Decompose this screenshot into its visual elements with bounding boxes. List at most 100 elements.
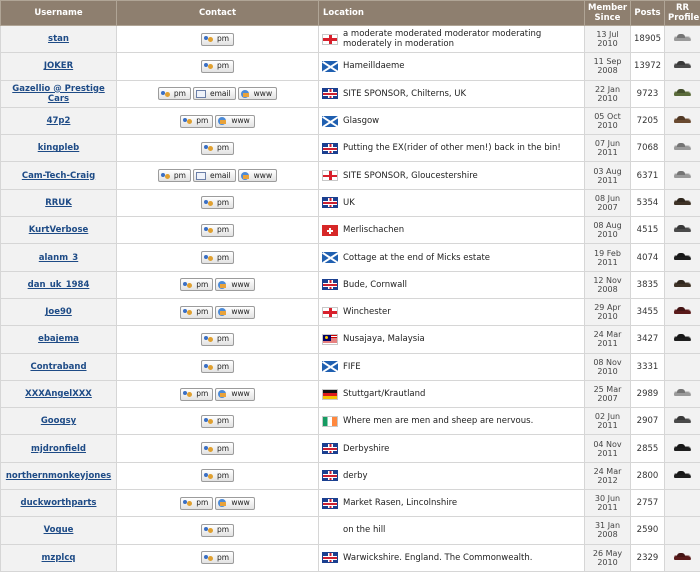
car-profile-icon[interactable] [674,553,691,562]
car-profile-icon[interactable] [674,171,691,180]
member-since-date: 05 Oct [594,112,621,122]
www-label: www [253,170,273,180]
member-row: ebajema pm Nusajaya, Malaysia 24 Mar 2011 342… [0,325,700,354]
www-button[interactable]: www [237,87,278,101]
username-link[interactable]: northernmonkeyjones [6,471,111,481]
username-link[interactable]: Googsy [41,416,76,426]
users-icon [183,499,193,507]
username-link[interactable]: Cam-Tech-Craig [22,171,95,181]
member-since-date: 24 Mar [593,330,622,340]
username-link[interactable]: Contraband [30,362,86,372]
member-since-cell: 04 Nov 2011 [584,434,631,463]
pm-button[interactable]: pm [200,196,235,210]
member-since-header[interactable]: Member Since [584,0,631,26]
pm-button[interactable]: pm [200,223,235,237]
member-since-cell: 08 Jun 2007 [584,188,631,218]
email-button[interactable]: email [192,87,236,101]
www-button[interactable]: www [215,278,255,292]
car-profile-icon[interactable] [674,471,691,480]
car-profile-icon[interactable] [674,416,691,425]
username-link[interactable]: mzplcq [42,553,76,563]
location-text: SITE SPONSOR, Gloucestershire [343,170,478,181]
pm-button[interactable]: pm [200,523,235,537]
pm-button[interactable]: pm [200,442,235,456]
username-link[interactable]: RRUK [45,198,72,208]
pm-button[interactable]: pm [200,141,235,155]
www-button[interactable]: www [237,169,278,183]
car-profile-icon[interactable] [674,198,691,207]
www-button[interactable]: www [215,305,255,319]
switzerland-flag-icon [322,224,338,236]
car-profile-icon[interactable] [674,444,691,453]
location-cell: Winchester [318,297,585,327]
car-profile-icon[interactable] [674,89,691,98]
car-profile-icon[interactable] [674,307,691,316]
username-header[interactable]: Username [0,0,117,26]
pm-button[interactable]: pm [200,32,235,46]
car-profile-icon[interactable] [674,34,691,43]
username-link[interactable]: Vogue [44,525,74,535]
pm-button[interactable]: pm [200,332,235,346]
email-button[interactable]: email [192,169,236,183]
car-profile-icon[interactable] [674,61,691,70]
pm-label: pm [196,116,209,126]
member-since-year: 2012 [597,475,618,485]
username-link[interactable]: kingpleb [38,143,80,153]
member-since-cell: 07 Jun 2011 [584,134,631,163]
username-link[interactable]: KurtVerbose [29,225,89,235]
pm-button[interactable]: pm [200,360,235,374]
member-row: Contraband pm FIFE 08 Nov 2010 3331 [0,352,700,381]
member-row: 47p2 pm www Glasgow 05 Oct 2010 7205 [0,106,700,136]
posts-header[interactable]: Posts [630,0,665,26]
username-link[interactable]: alanm_3 [39,253,78,263]
www-button[interactable]: www [215,387,255,401]
location-header[interactable]: Location [318,0,585,26]
pm-label: pm [196,389,209,398]
username-cell: Googsy [0,407,117,436]
pm-label: pm [216,443,230,453]
pm-button[interactable]: pm [200,469,235,483]
car-profile-icon[interactable] [674,280,691,289]
www-button[interactable]: www [215,114,255,128]
rr-profile-cell [664,216,700,245]
username-link[interactable]: JOKER [44,61,73,71]
username-link[interactable]: Joe90 [45,307,72,317]
pm-button[interactable]: pm [157,169,191,183]
member-since-year: 2011 [597,148,618,158]
england-flag-icon [322,306,338,318]
car-profile-icon[interactable] [674,253,691,262]
rr-profile-cell [664,24,700,54]
car-profile-icon[interactable] [674,143,691,152]
location-text: Hameilldaeme [343,61,405,72]
pm-button[interactable]: pm [200,414,235,428]
malaysia-flag-icon [322,333,338,345]
pm-button[interactable]: pm [180,496,214,510]
pm-button[interactable]: pm [200,551,235,565]
pm-button[interactable]: pm [180,278,214,292]
member-since-cell: 12 Nov 2008 [584,270,631,299]
pm-button[interactable]: pm [180,387,214,401]
pm-button[interactable]: pm [157,87,191,101]
username-link[interactable]: Gazellio @ Prestige Cars [12,84,105,104]
username-link[interactable]: mjdronfield [31,444,86,454]
car-profile-icon[interactable] [674,334,691,343]
rr-profile-cell [664,516,700,545]
www-button[interactable]: www [215,496,255,510]
username-cell: dan_uk_1984 [0,270,117,299]
member-since-year: 2008 [597,66,618,76]
username-link[interactable]: 47p2 [47,116,71,126]
pm-button[interactable]: pm [200,251,235,265]
car-profile-icon[interactable] [674,389,691,398]
post-count: 3331 [630,352,665,381]
username-link[interactable]: dan_uk_1984 [28,280,90,290]
username-link[interactable]: duckworthparts [21,498,97,508]
pm-button[interactable]: pm [180,305,214,319]
username-link[interactable]: XXXAngelXXX [25,389,92,399]
pm-button[interactable]: pm [180,114,214,128]
pm-button[interactable]: pm [200,59,235,73]
car-profile-icon[interactable] [674,116,691,125]
car-profile-icon[interactable] [674,225,691,234]
username-link[interactable]: stan [48,34,69,44]
username-link[interactable]: ebajema [38,334,79,344]
member-since-cell: 26 May 2010 [584,543,631,572]
